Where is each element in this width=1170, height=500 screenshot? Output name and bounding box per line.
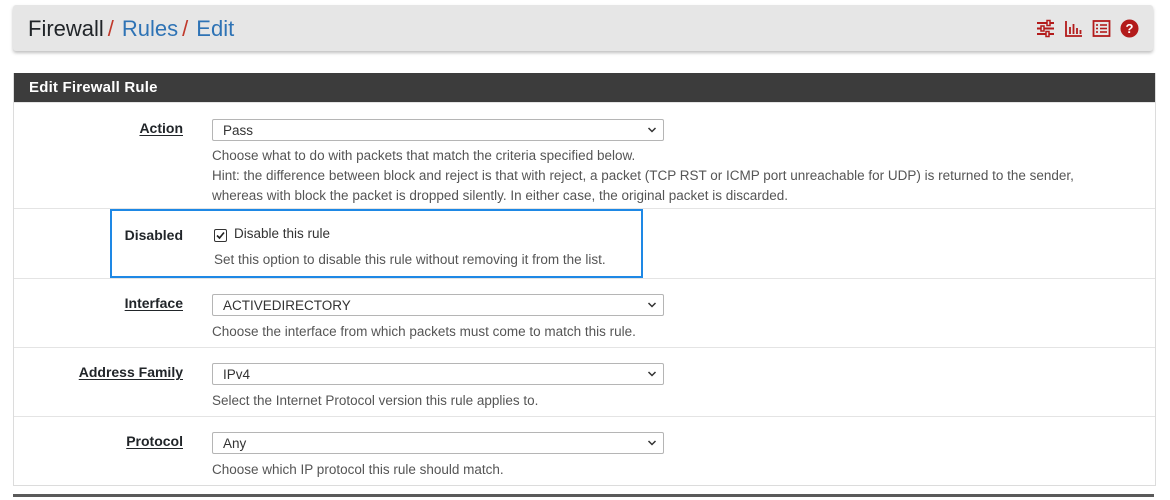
breadcrumb-firewall: Firewall	[28, 16, 104, 41]
address-family-label[interactable]: Address Family	[79, 364, 183, 380]
sliders-icon[interactable]	[1036, 19, 1055, 38]
chevron-down-icon	[647, 440, 657, 446]
interface-select-value: ACTIVEDIRECTORY	[223, 298, 351, 313]
toolbar-icons: ?	[1036, 19, 1139, 38]
protocol-row: Protocol Any Choose which IP protocol th…	[14, 416, 1155, 486]
protocol-select[interactable]: Any	[212, 432, 664, 454]
disabled-highlight-box	[110, 209, 643, 278]
action-row: Action Pass Choose what to do with packe…	[14, 102, 1155, 208]
panel-title: Edit Firewall Rule	[14, 73, 1155, 102]
action-help-line3: whereas with block the packet is dropped…	[212, 188, 789, 203]
address-family-select[interactable]: IPv4	[212, 363, 664, 385]
list-icon[interactable]	[1092, 19, 1111, 38]
action-help-line2: Hint: the difference between block and r…	[212, 168, 1074, 183]
interface-row: Interface ACTIVEDIRECTORY Choose the int…	[14, 278, 1155, 348]
breadcrumb-separator: /	[107, 16, 114, 41]
action-help: Choose what to do with packets that matc…	[212, 146, 1112, 206]
action-label[interactable]: Action	[139, 120, 183, 136]
address-family-row: Address Family IPv4 Select the Internet …	[14, 347, 1155, 417]
address-family-help: Select the Internet Protocol version thi…	[212, 393, 539, 408]
bar-chart-icon[interactable]	[1064, 19, 1083, 38]
interface-label[interactable]: Interface	[125, 295, 183, 311]
chevron-down-icon	[647, 302, 657, 308]
address-family-select-value: IPv4	[223, 367, 251, 382]
edit-rule-panel: Edit Firewall Rule Action Pass Choose wh…	[13, 73, 1156, 486]
breadcrumb-bar: Firewall / Rules / Edit ?	[13, 5, 1153, 51]
protocol-select-value: Any	[223, 436, 247, 451]
interface-select[interactable]: ACTIVEDIRECTORY	[212, 294, 664, 316]
chevron-down-icon	[647, 371, 657, 377]
breadcrumb: Firewall / Rules / Edit	[28, 16, 234, 42]
action-select[interactable]: Pass	[212, 119, 664, 141]
breadcrumb-edit-link[interactable]: Edit	[196, 16, 234, 41]
protocol-label[interactable]: Protocol	[126, 433, 183, 449]
help-icon[interactable]: ?	[1120, 19, 1139, 38]
breadcrumb-rules-link[interactable]: Rules	[122, 16, 178, 41]
svg-text:?: ?	[1126, 21, 1134, 36]
protocol-help: Choose which IP protocol this rule shoul…	[212, 462, 504, 477]
next-panel-edge	[13, 494, 1154, 497]
action-help-line1: Choose what to do with packets that matc…	[212, 148, 636, 163]
interface-help: Choose the interface from which packets …	[212, 324, 636, 339]
chevron-down-icon	[647, 127, 657, 133]
breadcrumb-separator: /	[182, 16, 189, 41]
action-select-value: Pass	[223, 123, 254, 138]
